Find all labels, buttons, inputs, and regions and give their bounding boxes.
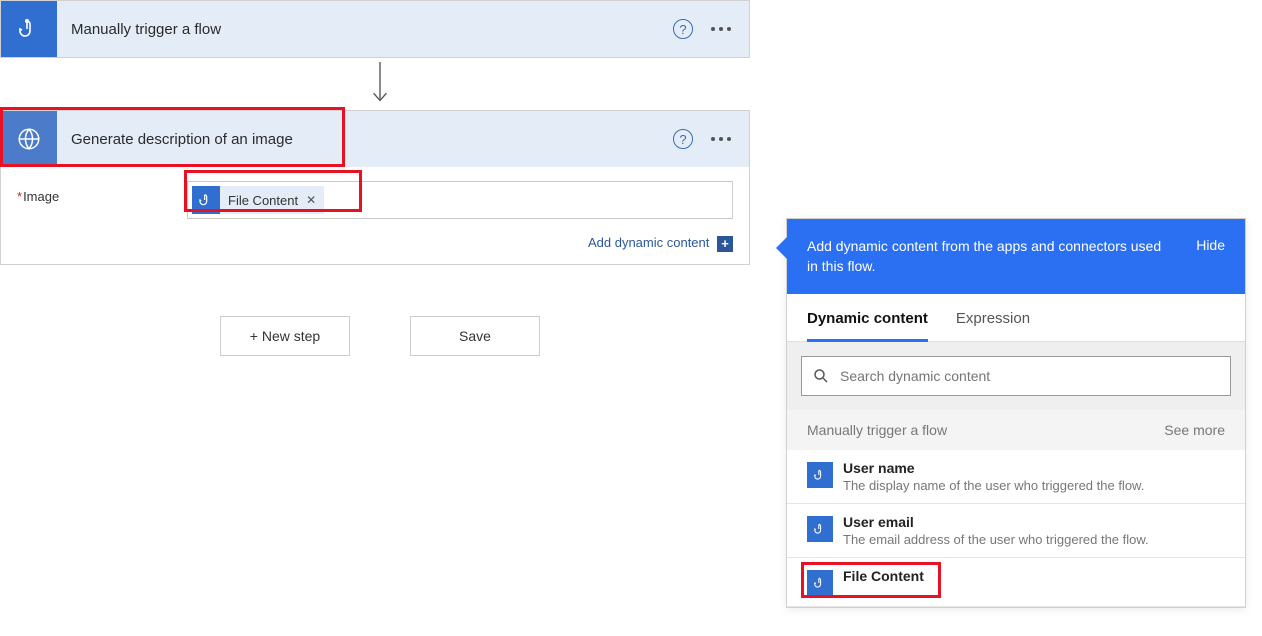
search-wrap [787,342,1245,410]
help-icon[interactable]: ? [673,19,693,39]
item-title: File Content [843,568,1225,584]
action-icon [1,111,57,167]
trigger-title: Manually trigger a flow [57,21,673,38]
trigger-icon [807,516,833,542]
more-icon[interactable] [711,27,731,31]
section-head: Manually trigger a flow See more [787,410,1245,450]
panel-caret-icon [776,237,787,259]
action-body: *Image File Content ✕ [1,167,749,229]
dc-item-user-name[interactable]: User name The display name of the user w… [787,450,1245,504]
trigger-header[interactable]: Manually trigger a flow ? [1,1,749,57]
add-dynamic-plus-icon[interactable]: + [717,236,733,252]
tab-dynamic-content[interactable]: Dynamic content [807,310,928,342]
action-header[interactable]: Generate description of an image ? [1,111,749,167]
action-title: Generate description of an image [57,131,673,148]
panel-header: Add dynamic content from the apps and co… [787,219,1245,294]
image-input[interactable]: File Content ✕ [187,181,733,219]
flow-canvas: Manually trigger a flow ? Generate descr… [0,0,760,58]
field-label: *Image [17,181,187,204]
item-title: User name [843,460,1225,476]
section-title: Manually trigger a flow [807,422,947,438]
new-step-button[interactable]: + New step [220,316,350,356]
dc-item-user-email[interactable]: User email The email address of the user… [787,504,1245,558]
token-icon [192,186,220,214]
action-card[interactable]: Generate description of an image ? *Imag… [0,110,750,265]
panel-header-text: Add dynamic content from the apps and co… [807,237,1167,276]
trigger-icon [1,1,57,57]
dc-item-file-content[interactable]: File Content [787,558,1245,607]
tab-expression[interactable]: Expression [956,310,1030,341]
file-content-token[interactable]: File Content ✕ [192,186,324,214]
hide-button[interactable]: Hide [1196,237,1225,253]
trigger-card[interactable]: Manually trigger a flow ? [0,0,750,58]
item-title: User email [843,514,1225,530]
search-icon [812,367,830,385]
help-icon[interactable]: ? [673,129,693,149]
item-desc: The display name of the user who trigger… [843,478,1225,493]
connector-arrow [370,62,390,106]
trigger-icon [807,462,833,488]
token-remove-icon[interactable]: ✕ [306,193,316,207]
footer-buttons: + New step Save [220,316,540,356]
item-desc: The email address of the user who trigge… [843,532,1225,547]
add-dynamic-link[interactable]: Add dynamic content [588,235,709,250]
search-box[interactable] [801,356,1231,396]
trigger-icon [807,570,833,596]
more-icon[interactable] [711,137,731,141]
search-input[interactable] [840,368,1220,384]
token-label: File Content [228,193,298,208]
save-button[interactable]: Save [410,316,540,356]
see-more-button[interactable]: See more [1164,422,1225,438]
panel-tabs: Dynamic content Expression [787,294,1245,342]
add-dynamic-row: Add dynamic content + [1,229,749,264]
dynamic-content-panel: Add dynamic content from the apps and co… [786,218,1246,608]
